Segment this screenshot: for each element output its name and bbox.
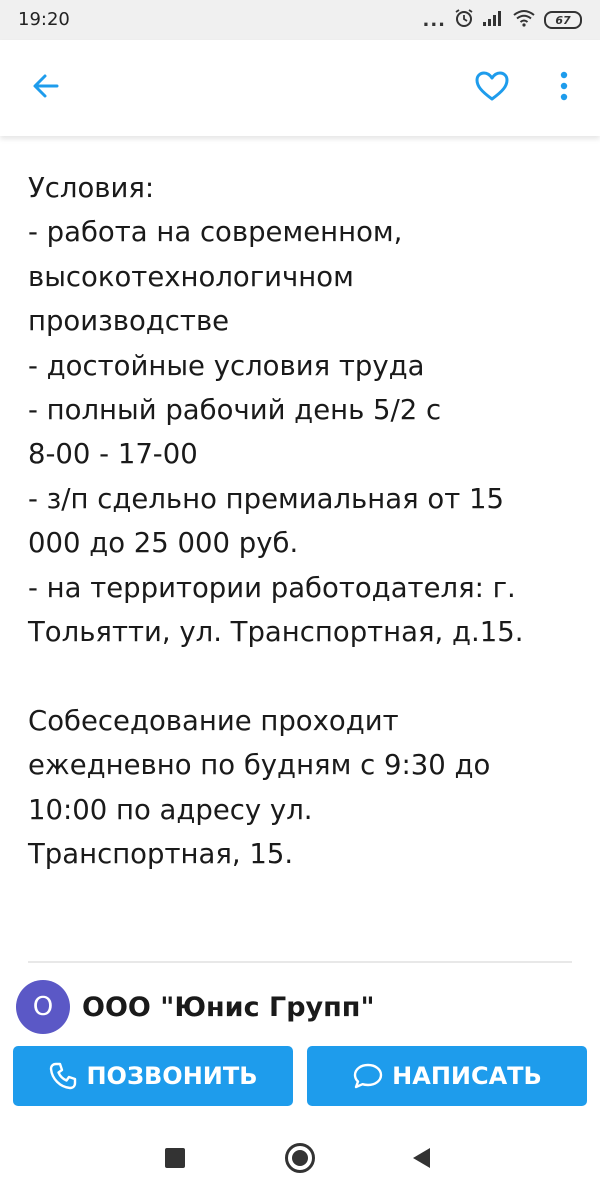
call-button[interactable]: ПОЗВОНИТЬ — [13, 1046, 293, 1106]
status-bar: 19:20 ... 67 — [0, 0, 600, 40]
back-button[interactable] — [22, 64, 70, 112]
text-line: ежедневно по будням с 9:30 до — [28, 749, 491, 782]
text-line: Условия: — [28, 172, 155, 204]
favorite-button[interactable] — [468, 64, 516, 112]
text-line: высокотехнологичном — [28, 260, 354, 293]
recent-apps-icon — [164, 1147, 186, 1173]
status-icons: ... 67 — [422, 8, 582, 32]
chat-bubble-icon — [352, 1062, 384, 1090]
wifi-icon — [512, 9, 536, 31]
back-arrow-icon — [31, 71, 61, 105]
text-line: 000 до 25 000 руб. — [28, 527, 299, 560]
avatar: О — [16, 980, 70, 1034]
more-options-button[interactable] — [540, 64, 588, 112]
recent-apps-button[interactable] — [157, 1142, 193, 1178]
text-line: Тольятти, ул. Транспортная, д.15. — [28, 616, 524, 649]
text-line: производстве — [28, 305, 230, 338]
battery-icon: 67 — [544, 11, 582, 29]
back-triangle-icon — [410, 1146, 432, 1174]
signal-icon — [482, 9, 504, 31]
divider — [28, 961, 572, 963]
text-line: - з/п сдельно премиальная от 15 — [28, 482, 504, 515]
system-nav-bar — [0, 1120, 600, 1198]
company-info[interactable]: О ООО "Юнис Групп" — [16, 980, 375, 1034]
write-button[interactable]: НАПИСАТЬ — [307, 1046, 587, 1106]
status-time: 19:20 — [18, 9, 70, 30]
home-icon — [284, 1142, 316, 1178]
phone-icon — [48, 1061, 78, 1091]
more-vertical-icon — [560, 71, 568, 105]
description: Условия: - работа на современном, высоко… — [28, 166, 576, 876]
text-line: Собеседование проходит — [28, 704, 399, 737]
write-label: НАПИСАТЬ — [392, 1062, 542, 1090]
text-line: 10:00 по адресу ул. — [28, 793, 313, 826]
heart-icon — [474, 70, 510, 106]
company-name: ООО "Юнис Групп" — [82, 991, 375, 1023]
text-line: - достойные условия труда — [28, 349, 425, 382]
notification-dots: ... — [422, 9, 446, 31]
app-bar — [0, 40, 600, 136]
call-label: ПОЗВОНИТЬ — [86, 1062, 258, 1090]
interview-text: Собеседование проходит ежедневно по будн… — [28, 699, 576, 877]
alarm-icon — [454, 8, 474, 32]
text-line: - полный рабочий день 5/2 с — [28, 394, 442, 427]
home-button[interactable] — [282, 1142, 318, 1178]
conditions-text: Условия: - работа на современном, высоко… — [28, 166, 576, 654]
text-line: 8-00 - 17-00 — [28, 438, 198, 471]
text-line: - работа на современном, — [28, 216, 403, 249]
text-line: - на территории работодателя: г. — [28, 571, 516, 604]
system-back-button[interactable] — [403, 1142, 439, 1178]
text-line: Транспортная, 15. — [28, 838, 294, 871]
